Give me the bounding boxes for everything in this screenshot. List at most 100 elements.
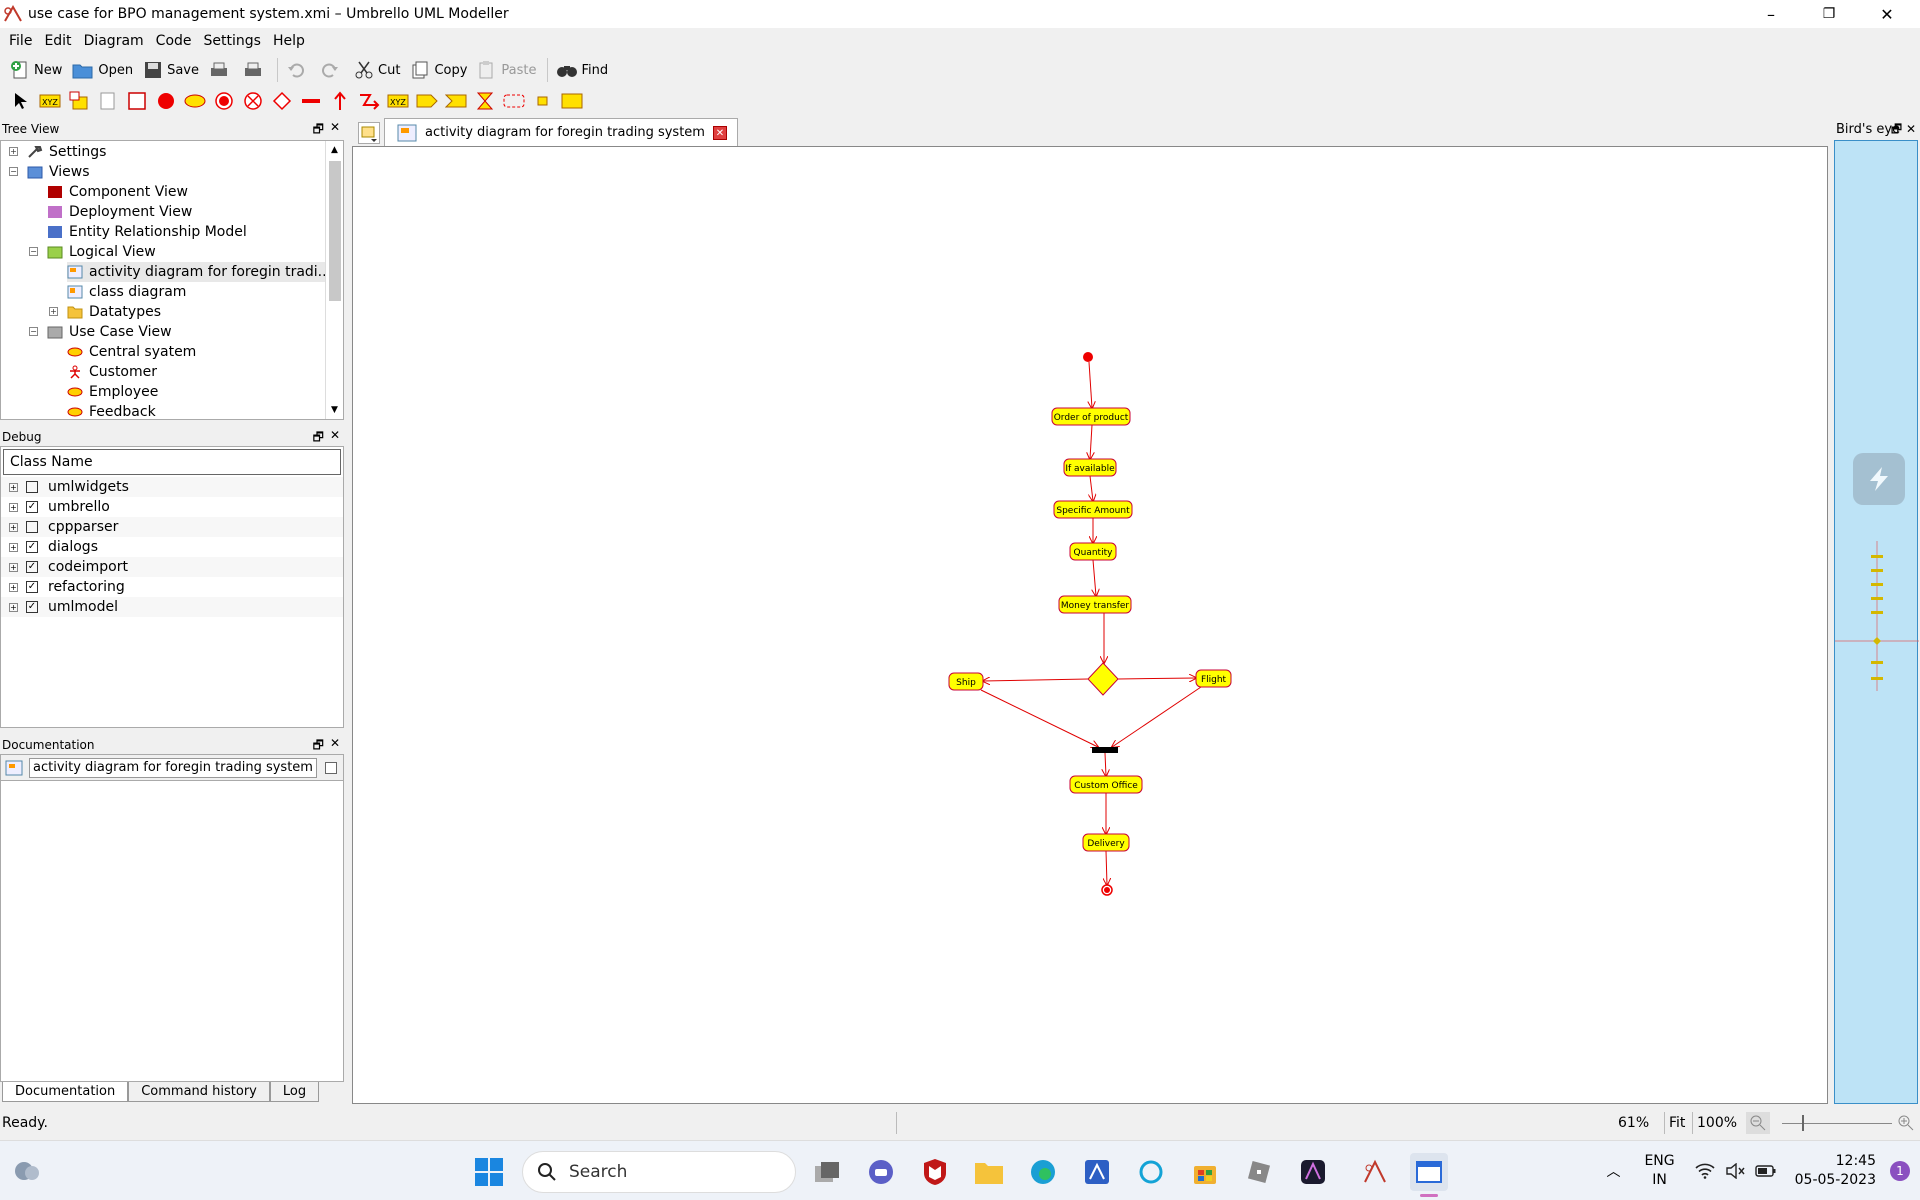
close-panel-icon[interactable]: ✕ [330,120,340,141]
float-panel-icon[interactable]: 🗗 [313,120,324,141]
mcafee-button[interactable] [916,1153,954,1191]
expand-icon[interactable]: + [9,542,18,552]
transition-arrow[interactable] [1117,678,1196,679]
tree-item[interactable]: − Logical View [29,242,156,262]
debug-checkbox[interactable]: ✓ [26,581,38,593]
menu-code[interactable]: Code [150,33,198,49]
scroll-down-icon[interactable]: ▼ [331,405,338,415]
activity-node[interactable]: If available [1063,458,1117,477]
tree-item[interactable]: Feedback [67,402,156,419]
zoom-slider[interactable] [1782,1112,1892,1134]
edge-browser-button[interactable] [1024,1153,1062,1191]
tree-item[interactable]: Component View [47,182,188,202]
save-button[interactable]: Save [139,57,203,83]
undo-button[interactable] [282,57,314,83]
cortana-button[interactable] [1132,1153,1170,1191]
notification-badge[interactable]: 1 [1890,1161,1910,1181]
tree-item[interactable]: Customer [67,362,157,382]
transition-arrow[interactable] [1105,752,1106,776]
transition-arrow[interactable] [1093,559,1096,596]
menu-settings[interactable]: Settings [198,33,267,49]
tree-item[interactable]: − Use Case View [29,322,172,342]
print-button[interactable] [205,57,237,83]
tree-item[interactable]: Deployment View [47,202,192,222]
tab-log[interactable]: Log [269,1082,320,1102]
wifi-icon[interactable] [1695,1163,1715,1179]
debug-checkbox[interactable]: ✓ [26,541,38,553]
copy-button[interactable]: Copy [406,57,471,83]
final-activity-tool[interactable] [240,89,266,113]
activity-node[interactable]: Money transfer [1058,595,1132,614]
zoom-in-button[interactable] [1894,1112,1918,1134]
maximize-button[interactable]: ❐ [1800,0,1858,28]
cut-button[interactable]: Cut [350,57,404,83]
quick-assist-icon[interactable] [1853,453,1905,505]
initial-state-tool[interactable] [153,89,179,113]
documentation-diagram-name-field[interactable]: activity diagram for foregin trading sys… [29,757,317,778]
affinity-button[interactable] [1294,1153,1332,1191]
activity-node[interactable]: Order of product [1051,407,1131,426]
object-node-tool[interactable]: XYZ [385,89,411,113]
note-tool[interactable] [66,89,92,113]
activity-node[interactable]: Specific Amount [1053,500,1133,519]
expand-icon[interactable]: + [9,482,18,492]
close-window-button[interactable]: ✕ [1858,0,1916,28]
tree-item[interactable]: − Views [9,162,90,182]
active-window-button[interactable] [1410,1153,1448,1197]
expand-icon[interactable]: + [9,522,18,532]
pin-tool[interactable] [530,89,556,113]
teams-chat-button[interactable] [862,1153,900,1191]
debug-checkbox[interactable] [26,481,38,493]
language-indicator[interactable]: ENG IN [1644,1152,1674,1190]
debug-row[interactable]: + ✓ codeimport [1,557,343,577]
tray-overflow-icon[interactable]: ︿ [1606,1161,1620,1181]
tab-documentation[interactable]: Documentation [2,1082,129,1102]
activity-tool[interactable] [182,89,208,113]
transition-arrow[interactable] [980,689,1098,747]
roblox-button[interactable] [1240,1153,1278,1191]
class-name-column-header[interactable]: Class Name [3,449,341,475]
new-diagram-tab-button[interactable] [358,122,380,144]
select-arrow-tool[interactable] [8,89,34,113]
task-view-button[interactable] [808,1153,846,1191]
transition-arrow[interactable] [1089,361,1092,408]
transition-arrow[interactable] [1112,686,1202,747]
rectangle-tool[interactable] [124,89,150,113]
debug-checkbox[interactable]: ✓ [26,561,38,573]
expand-icon[interactable]: + [9,562,18,572]
clock[interactable]: 12:45 05-05-2023 [1795,1152,1876,1190]
transition-arrow[interactable] [983,679,1089,681]
region-tool[interactable] [501,89,527,113]
send-signal-tool[interactable] [414,89,440,113]
branch-tool[interactable] [269,89,295,113]
box-tool[interactable] [95,89,121,113]
zoom-out-button[interactable] [1746,1112,1770,1134]
text-tool[interactable]: XYZ [37,89,63,113]
expand-icon[interactable]: + [9,602,18,612]
paste-button[interactable]: Paste [473,57,540,83]
umbrello-taskbar-button[interactable] [1356,1153,1394,1191]
menu-file[interactable]: File [3,33,38,49]
collapse-icon[interactable]: − [29,247,38,256]
weather-widget[interactable] [12,1157,42,1187]
tree-item[interactable]: Entity Relationship Model [47,222,247,242]
fork-tool[interactable] [298,89,324,113]
file-explorer-button[interactable] [970,1153,1008,1191]
zoom-100-button[interactable]: 100% [1692,1112,1737,1134]
scroll-thumb[interactable] [329,161,341,301]
tree-item[interactable]: + Datatypes [49,302,161,322]
tree-item[interactable]: + Settings [9,142,106,162]
battery-icon[interactable] [1754,1164,1777,1178]
debug-checkbox[interactable] [26,521,38,533]
minimize-button[interactable]: – [1742,0,1800,28]
app-button-2[interactable] [1078,1153,1116,1191]
tree-item[interactable]: Employee [67,382,158,402]
documentation-checkbox[interactable] [324,761,337,774]
transition-arrow[interactable] [1090,424,1092,459]
zoom-fit-button[interactable]: Fit [1664,1112,1685,1134]
start-button[interactable] [470,1153,508,1191]
debug-row[interactable]: + ✓ umlmodel [1,597,343,617]
tree-item[interactable]: class diagram [67,282,186,302]
combined-fragment-tool[interactable] [559,89,585,113]
tab-command-history[interactable]: Command history [128,1082,270,1102]
